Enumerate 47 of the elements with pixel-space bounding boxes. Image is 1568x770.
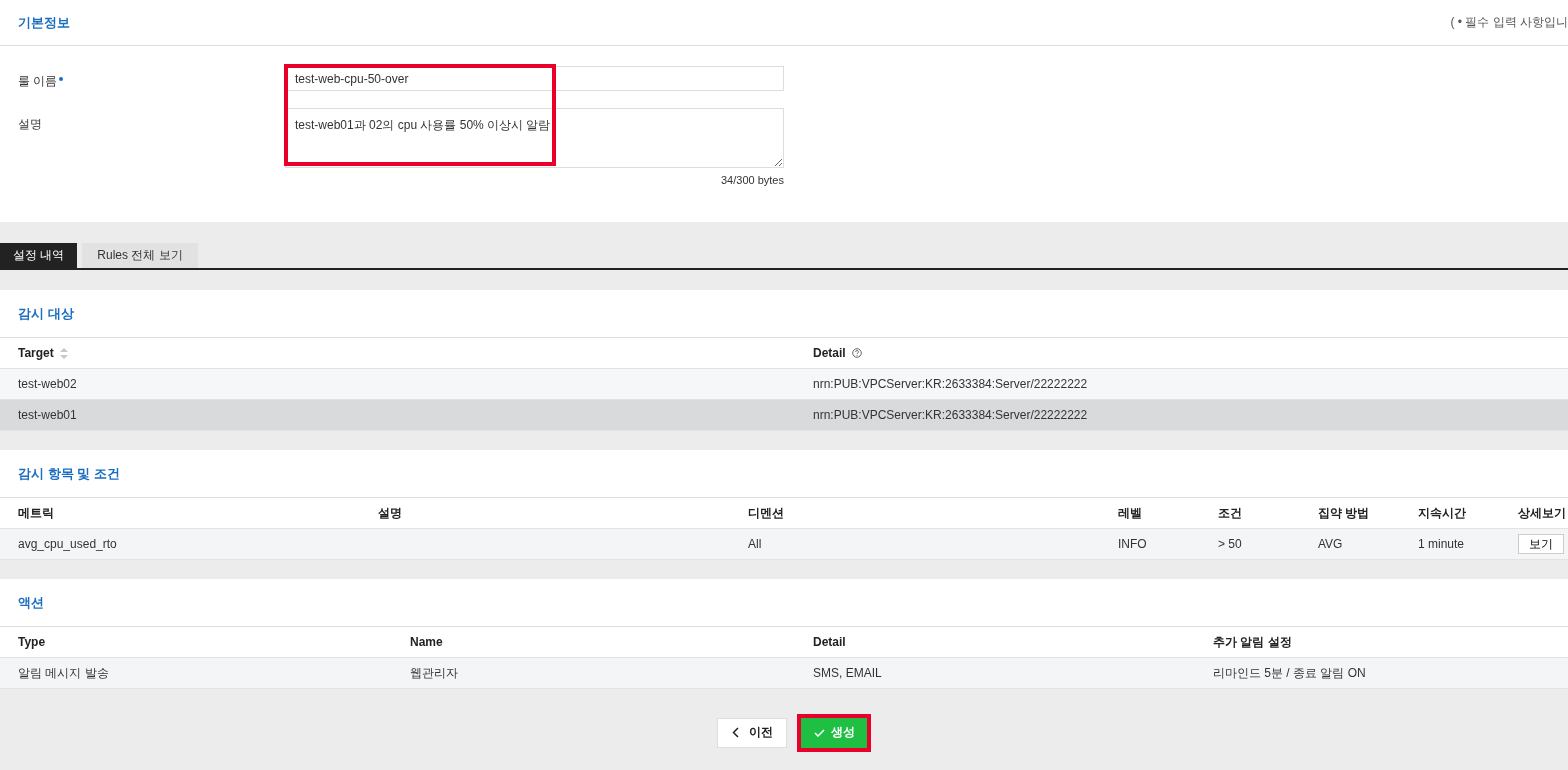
table-cell-text: nrn:PUB:VPCServer:KR:2633384:Server/22222222 [813,377,1089,391]
column-header: 디멘션 [748,504,785,522]
table-cell-text: 웹관리자 [410,664,459,682]
column-header: Type [18,635,47,649]
field-label: 룰 이름 [18,66,64,91]
table-cell-text: 리마인드 5분 / 종료 알림 ON [1213,664,1367,682]
column-header: 집약 방법 [1318,504,1371,522]
textarea-field[interactable]: test-web01과 02의 cpu 사용률 50% 이상시 알람 [285,108,784,168]
table-cell-text: test-web01 [18,408,78,422]
table-cell-text: avg_cpu_used_rto [18,537,118,551]
table-cell-text: SMS, EMAIL [813,666,883,680]
tab[interactable]: Rules 전체 보기 [82,243,198,268]
column-header: 상세보기 [1518,504,1567,522]
table-cell-text: AVG [1318,537,1344,551]
table-cell-text: 1 minute [1418,537,1466,551]
table-row[interactable]: test-web01 nrn:PUB:VPCServer:KR:2633384:Server/22222222 [0,400,1568,431]
byte-counter: 34/300 bytes [721,174,784,186]
section-title: 감시 대상 [18,304,74,323]
chevron-left-icon [731,727,739,738]
input-field[interactable]: test-web-cpu-50-over [285,66,784,91]
column-header: 추가 알림 설정 [1213,633,1293,651]
required-note: ( • 필수 입력 사항입니 [1450,14,1568,31]
section-title: 감시 항목 및 조건 [18,464,120,483]
table-cell-text: nrn:PUB:VPCServer:KR:2633384:Server/22222222 [813,408,1089,422]
view-button[interactable]: 보기 [1518,534,1564,554]
column-header: Name [410,635,444,649]
column-header: 조건 [1218,504,1243,522]
column-header: Detail [813,346,846,360]
column-header: 메트릭 [18,504,55,522]
column-header: Detail [813,635,847,649]
table-cell-text: All [748,537,763,551]
check-icon [813,728,825,737]
column-header: 레벨 [1118,504,1143,522]
tab[interactable]: 설정 내역 [0,243,78,268]
table-cell-text: 알림 메시지 발송 [18,664,110,682]
column-header: Target [18,346,54,360]
column-header: 지속시간 [1418,504,1467,522]
section-title: 기본정보 [18,13,70,32]
table-cell-text: INFO [1118,537,1148,551]
back-button[interactable]: 이전 [717,717,787,748]
section-title: 액션 [18,593,44,612]
table-cell-text: > 50 [1218,537,1243,551]
table-cell-text: test-web02 [18,377,78,391]
field-label: 설명 [18,116,42,133]
column-header: 설명 [378,504,403,522]
table-row[interactable]: test-web02 nrn:PUB:VPCServer:KR:2633384:Server/22222222 [0,369,1568,400]
help-icon[interactable] [851,348,862,358]
